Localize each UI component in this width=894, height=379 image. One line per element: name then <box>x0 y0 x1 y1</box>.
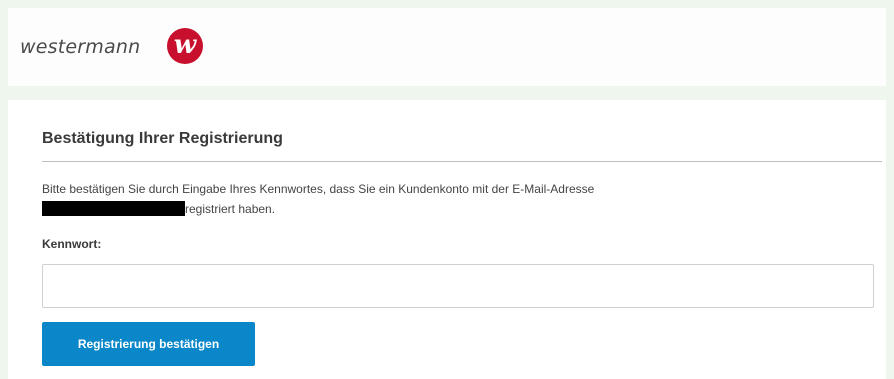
site-header: westermann w <box>8 8 886 86</box>
title-divider <box>42 161 882 162</box>
page-title: Bestätigung Ihrer Registrierung <box>42 130 283 147</box>
instructions-text-end: registriert haben. <box>185 202 276 216</box>
westermann-logo-icon[interactable]: w <box>167 28 203 64</box>
confirmation-instructions: Bitte bestätigen Sie durch Eingabe Ihres… <box>42 179 802 219</box>
instructions-text: Bitte bestätigen Sie durch Eingabe Ihres… <box>42 182 595 196</box>
password-label: Kennwort: <box>42 237 102 251</box>
redacted-email <box>42 201 185 216</box>
confirm-registration-button[interactable]: Registrierung bestätigen <box>42 322 255 366</box>
password-input[interactable] <box>42 264 874 308</box>
brand-wordmark[interactable]: westermann <box>20 36 140 58</box>
registration-confirmation-card: Bestätigung Ihrer Registrierung Bitte be… <box>8 100 886 379</box>
